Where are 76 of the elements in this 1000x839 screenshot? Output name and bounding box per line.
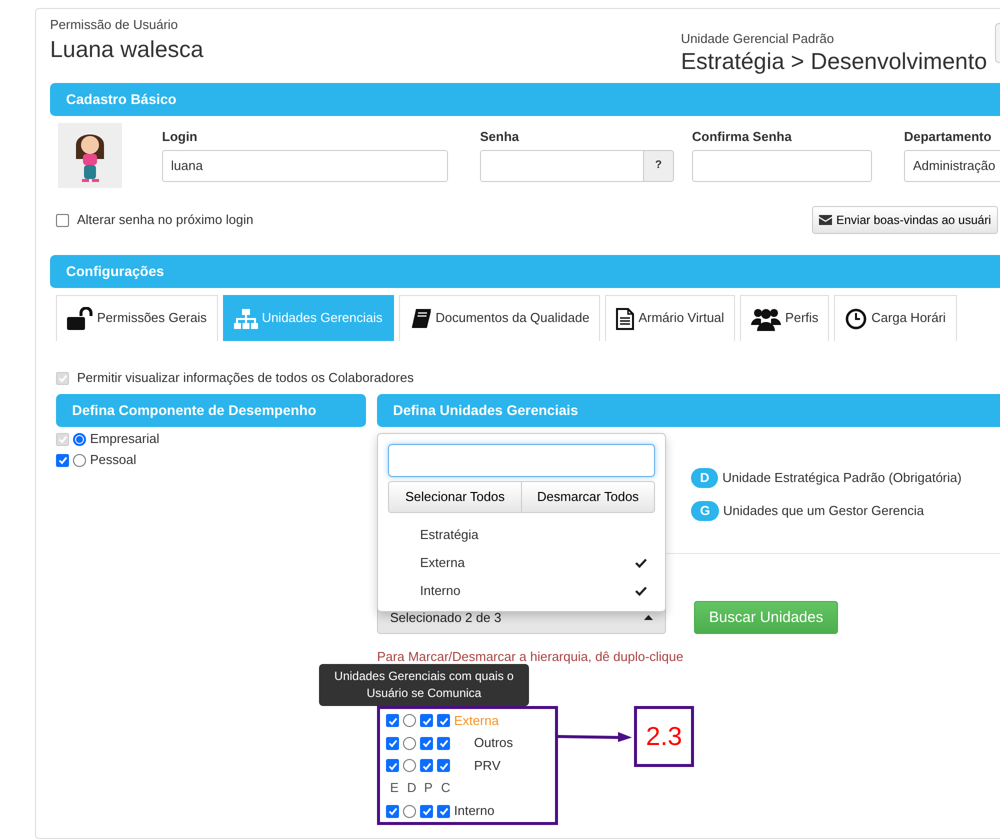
option-label: Pessoal [90, 451, 136, 470]
page-caption: Permissão de Usuário [50, 17, 179, 33]
password-field[interactable] [480, 150, 644, 182]
clock-icon [845, 308, 868, 330]
tooltip: Unidades Gerenciais com quais o Usuário se Comunica [319, 664, 529, 706]
section-header: Cadastro Básico [50, 83, 1000, 116]
dropdown-option[interactable]: Estratégia [388, 521, 655, 550]
radio-button[interactable] [403, 804, 416, 818]
checkbox[interactable] [420, 714, 433, 728]
checkbox[interactable] [386, 714, 399, 728]
tab[interactable]: Armário Virtual [605, 295, 736, 341]
check-icon [635, 558, 647, 568]
checkbox-label: Permitir visualizar informações de todos os Colaboradores [77, 369, 414, 387]
tree-label[interactable]: Outros [474, 734, 514, 752]
checkbox[interactable] [437, 759, 450, 772]
radio-button[interactable] [73, 454, 86, 467]
select-field[interactable]: Administração [904, 150, 1000, 182]
deselect-all-button[interactable]: Desmarcar Todos [522, 481, 655, 514]
section-header: Defina Unidades Gerenciais [377, 394, 1000, 428]
legend-badge: G [691, 500, 720, 521]
legend-badge: D [691, 468, 718, 488]
checkbox[interactable] [420, 804, 433, 818]
checkbox[interactable] [386, 804, 399, 818]
search-field[interactable] [388, 444, 655, 478]
checkbox[interactable] [437, 804, 450, 818]
column-header: C [441, 779, 452, 798]
legend-text: Unidade Estratégica Padrão (Obrigatória) [722, 468, 962, 487]
radio-button[interactable] [403, 759, 416, 772]
section-header: Defina Componente de Desempenho [56, 394, 366, 428]
dropdown-option[interactable]: Externa [388, 549, 655, 578]
checkbox[interactable] [420, 759, 433, 772]
select-all-button[interactable]: Selecionar Todos [388, 481, 522, 514]
field-label: Departamento [904, 128, 992, 146]
document-icon [616, 308, 634, 330]
caret-icon [644, 615, 653, 620]
column-header: E [390, 779, 400, 798]
field-label: Login [162, 128, 198, 146]
tab[interactable]: Documentos da Qualidade [398, 295, 600, 341]
field-label: Senha [480, 128, 520, 146]
checkbox[interactable] [386, 759, 399, 772]
checkbox[interactable] [420, 736, 433, 750]
checkbox[interactable] [56, 454, 69, 467]
tree-label[interactable]: PRV [474, 756, 500, 775]
column-header: P [424, 779, 434, 798]
radio-button[interactable] [403, 714, 416, 728]
sitemap-icon [234, 308, 258, 328]
send-welcome-button[interactable]: Enviar boas-vindas ao usuári [812, 206, 998, 234]
hint-text: Para Marcar/Desmarcar a hierarquia, dê duplo-clique [377, 648, 684, 666]
option-label: Empresarial [90, 430, 160, 448]
checkbox[interactable] [437, 714, 450, 728]
unit-caption: Unidade Gerencial Padrão [680, 31, 836, 47]
input-field[interactable]: luana [162, 150, 448, 182]
avatar-drawing [58, 123, 122, 188]
radio-button[interactable] [403, 736, 416, 750]
field-label: Confirma Senha [692, 128, 793, 146]
users-icon [751, 306, 782, 330]
checkbox[interactable] [386, 736, 399, 750]
user-name: Luana walesca [50, 35, 204, 63]
unit-path: Estratégia > Desenvolvimento [680, 47, 987, 75]
checkbox[interactable] [56, 214, 69, 226]
lock-icon [67, 306, 93, 330]
tab[interactable]: Carga Horári [834, 295, 957, 341]
checkbox[interactable] [437, 736, 450, 750]
section-header: Configurações [50, 255, 1000, 288]
tab[interactable]: Perfis [740, 295, 830, 341]
help-button[interactable]: ? [644, 150, 674, 182]
check-icon [635, 586, 647, 596]
book-icon [410, 308, 432, 330]
column-header: D [407, 779, 418, 798]
envelope-icon [819, 215, 832, 225]
legend-text: Unidades que um Gestor Gerencia [723, 502, 924, 520]
tree-label[interactable]: Interno [454, 802, 494, 820]
input-field[interactable] [692, 150, 872, 182]
checkbox-label: Alterar senha no próximo login [77, 210, 254, 229]
tab[interactable]: Permissões Gerais [56, 295, 218, 341]
annotation-label: 2.3 [634, 706, 694, 768]
